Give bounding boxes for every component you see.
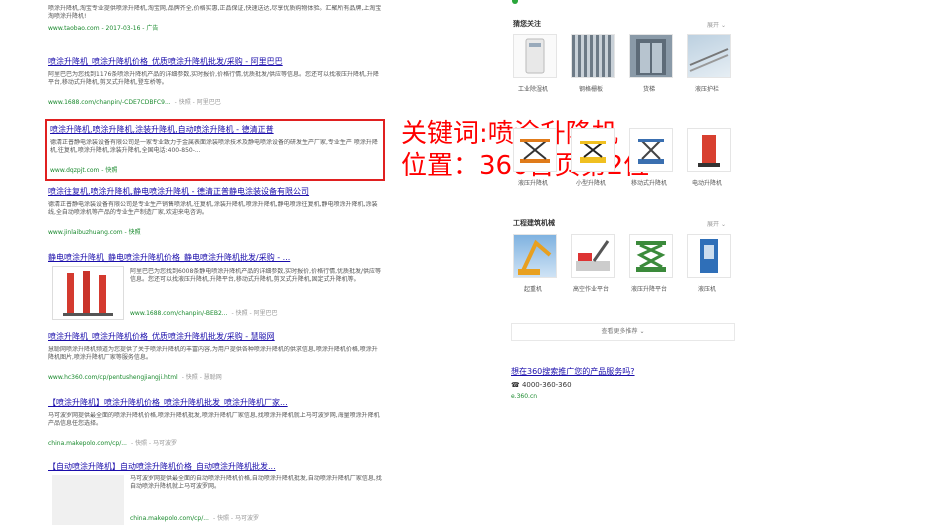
tile-label: 电动升降机 [691, 180, 722, 187]
tile-label: 液压升降机 [517, 180, 548, 187]
dehumidifier-image-icon [513, 34, 557, 78]
result-description: 马可波罗网提供最全面的喷涂升降机价格,喷涂升降机批发,喷涂升降机厂家信息,找喷涂… [48, 412, 380, 427]
result-url-text[interactable]: china.makepolo.com/cp/... [130, 515, 209, 522]
mobile-lift-image-icon [629, 128, 673, 172]
result-description: 慧聪网喷涂升降机频道为您提供了关于喷涂升降机的丰富内容,为用户提供各种喷涂升降机… [48, 346, 378, 361]
result-description: 阿里巴巴为您找到1176条喷涂升降机产品的详细参数,实时报价,价格行情,优质批发… [48, 71, 379, 86]
tile-label: 高空作业平台 [572, 286, 609, 293]
result-title-link[interactable]: 喷涂升降机_喷涂升降机价格_优质喷涂升降机批发/采购 - 阿里巴巴 [48, 56, 383, 67]
tile-label: 钢格栅板 [578, 86, 603, 93]
tile-label: 货梯 [642, 86, 655, 93]
sidebar-tile[interactable]: 电动升降机 [681, 128, 736, 190]
result-description: 马可波罗网提供最全面的自动喷涂升降机价格,自动喷涂升降机批发,自动喷涂升降机厂家… [130, 475, 382, 490]
tile-label: 液压升降平台 [630, 286, 667, 293]
tile-label: 小型升降机 [575, 180, 606, 187]
sidebar-tile[interactable]: 液压升降机 [507, 128, 562, 190]
chevron-down-icon: ⌄ [720, 221, 726, 228]
small-lift-image-icon [571, 128, 615, 172]
expand-label: 展开 [707, 221, 720, 228]
tile-label: 起重机 [523, 286, 542, 293]
sidebar-tile[interactable]: 起重机 [507, 234, 562, 306]
result-title-link[interactable]: 【喷涂升降机】喷涂升降机价格_喷涂升降机批发_喷涂升降机厂家... [48, 397, 383, 408]
hydraulic-lift-image-icon [513, 128, 557, 172]
tile-label: 移动式升降机 [630, 180, 667, 187]
section-title: 猜您关注 [513, 20, 541, 28]
result-url[interactable]: www.taobao.com - 2017-03-16 - 广告 [48, 23, 383, 32]
result-description: 德清正普静电涂装设备有限公司是专业生产销售喷涂机,往复机,涂装升降机,喷涂升降机… [48, 201, 378, 216]
result-description: 德清正普静电涂装设备有限公司是一家专业致力于金属表面涂装喷涂技术及静电喷涂设备的… [50, 139, 378, 154]
result-url[interactable]: china.makepolo.com/cp/... - 快照 - 马可波罗 [130, 513, 259, 522]
scissor-platform-image-icon [629, 234, 673, 278]
sidebar-top-green-mark [512, 0, 518, 4]
result-title-link[interactable]: 喷涂往复机,喷涂升降机,静电喷涂升降机 - 德清正普静电涂装设备有限公司 [48, 186, 383, 197]
product-image-icon [63, 271, 113, 316]
result-url[interactable]: www.1688.com/chanpin/-CDE7CDBFC9... - 快照 … [48, 97, 383, 106]
result-url[interactable]: www.1688.com/chanpin/-BEB2... - 快照 - 阿里巴巴 [130, 308, 278, 317]
result-thumbnail[interactable] [52, 475, 124, 525]
search-result: 喷涂升降机,喷涂升降机,涂装升降机,自动喷涂升降机 - 德清正普 德清正普静电涂… [50, 124, 380, 174]
expand-link[interactable]: 展开 ⌄ [707, 20, 726, 29]
result-url[interactable]: www.hc360.com/cp/pentushengjiangji.html -… [48, 372, 383, 381]
electric-lift-image-icon [687, 128, 731, 172]
result-snapshot-link[interactable]: - 快照 - 马可波罗 [131, 440, 177, 447]
tile-label: 工业除湿机 [517, 86, 548, 93]
result-snapshot-link[interactable]: - 快照 - 阿里巴巴 [175, 99, 221, 106]
view-more-label: 查看更多推荐 [601, 328, 638, 335]
search-result: 喷涂升降机,淘宝专业提供喷涂升降机,淘宝网,品牌齐全,价格实惠,正品保证,快速送… [48, 0, 383, 32]
sidebar-tile[interactable]: 液压升降平台 [623, 234, 678, 306]
sidebar-tile[interactable]: 移动式升降机 [623, 128, 678, 190]
sidebar: 猜您关注 展开 ⌄ 工业除湿机 钢格栅板 货梯 液压护栏 液压升降机 小型升降机… [507, 0, 737, 525]
tile-label: 液压护栏 [694, 86, 719, 93]
search-result: 喷涂升降机_喷涂升降机价格_优质喷涂升降机批发/采购 - 阿里巴巴 阿里巴巴为您… [48, 56, 383, 106]
result-url[interactable]: www.dqzpjt.com - 快照 [50, 165, 380, 174]
sidebar-tile[interactable]: 钢格栅板 [565, 34, 620, 96]
expand-label: 展开 [707, 22, 720, 29]
result-url[interactable]: china.makepolo.com/cp/... - 快照 - 马可波罗 [48, 438, 383, 447]
search-result: 喷涂往复机,喷涂升降机,静电喷涂升降机 - 德清正普静电涂装设备有限公司 德清正… [48, 186, 383, 236]
result-url-text[interactable]: www.1688.com/chanpin/-BEB2... [130, 310, 228, 317]
promo-link[interactable]: 想在360搜索推广您的产品服务吗? [511, 366, 635, 377]
result-snapshot-link[interactable]: - 快照 - 马可波罗 [213, 515, 259, 522]
sidebar-tile[interactable]: 液压机 [681, 234, 736, 306]
chevron-down-icon: ⌄ [639, 328, 645, 335]
result-description: 阿里巴巴为您找到6008条静电喷涂升降机产品的详细参数,实时报价,价格行情,优质… [130, 268, 382, 283]
sidebar-tile[interactable]: 高空作业平台 [565, 234, 620, 306]
grating-image-icon [571, 34, 615, 78]
result-url[interactable]: www.jinlaibuzhuang.com - 快照 [48, 227, 383, 236]
result-thumbnail[interactable] [52, 266, 124, 320]
result-url-text[interactable]: china.makepolo.com/cp/... [48, 440, 127, 447]
promo-url[interactable]: e.360.cn [511, 393, 537, 400]
search-result: 【喷涂升降机】喷涂升降机价格_喷涂升降机批发_喷涂升降机厂家... 马可波罗网提… [48, 397, 383, 447]
aerial-platform-image-icon [571, 234, 615, 278]
guardrail-image-icon [687, 34, 731, 78]
crane-image-icon [513, 234, 557, 278]
view-more-button[interactable]: 查看更多推荐 ⌄ [511, 323, 735, 341]
sidebar-tile[interactable]: 工业除湿机 [507, 34, 562, 96]
result-title-link[interactable]: 静电喷涂升降机_静电喷涂升降机价格_静电喷涂升降机批发/采购 - ... [48, 252, 383, 263]
hydraulic-machine-image-icon [687, 234, 731, 278]
result-description: 喷涂升降机,淘宝专业提供喷涂升降机,淘宝网,品牌齐全,价格实惠,正品保证,快速送… [48, 5, 382, 20]
chevron-down-icon: ⌄ [720, 22, 726, 29]
search-result: 喷涂升降机_喷涂升降机价格_优质喷涂升降机批发/采购 - 慧聪网 慧聪网喷涂升降… [48, 331, 383, 381]
elevator-image-icon [629, 34, 673, 78]
result-url-text[interactable]: www.1688.com/chanpin/-CDE7CDBFC9... [48, 99, 171, 106]
result-title-link[interactable]: 喷涂升降机_喷涂升降机价格_优质喷涂升降机批发/采购 - 慧聪网 [48, 331, 383, 342]
result-title-link[interactable]: 喷涂升降机,喷涂升降机,涂装升降机,自动喷涂升降机 - 德清正普 [50, 124, 380, 135]
result-snapshot-link[interactable]: - 快照 - 慧聪网 [182, 374, 222, 381]
result-snapshot-link[interactable]: - 快照 - 阿里巴巴 [232, 310, 278, 317]
sidebar-tile[interactable]: 液压护栏 [681, 34, 736, 96]
search-result: 【自动喷涂升降机】自动喷涂升降机价格_自动喷涂升降机批发... 马可波罗网提供最… [48, 461, 383, 525]
expand-link[interactable]: 展开 ⌄ [707, 219, 726, 228]
promo-phone: ☎ 4000-360-360 [511, 381, 572, 389]
section-title: 工程建筑机械 [513, 219, 555, 227]
sidebar-tile[interactable]: 货梯 [623, 34, 678, 96]
sidebar-tile[interactable]: 小型升降机 [565, 128, 620, 190]
result-url-text[interactable]: www.hc360.com/cp/pentushengjiangji.html [48, 374, 178, 381]
search-result: 静电喷涂升降机_静电喷涂升降机价格_静电喷涂升降机批发/采购 - ... 阿里巴… [48, 252, 383, 322]
tile-label: 液压机 [697, 286, 716, 293]
result-title-link[interactable]: 【自动喷涂升降机】自动喷涂升降机价格_自动喷涂升降机批发... [48, 461, 383, 472]
